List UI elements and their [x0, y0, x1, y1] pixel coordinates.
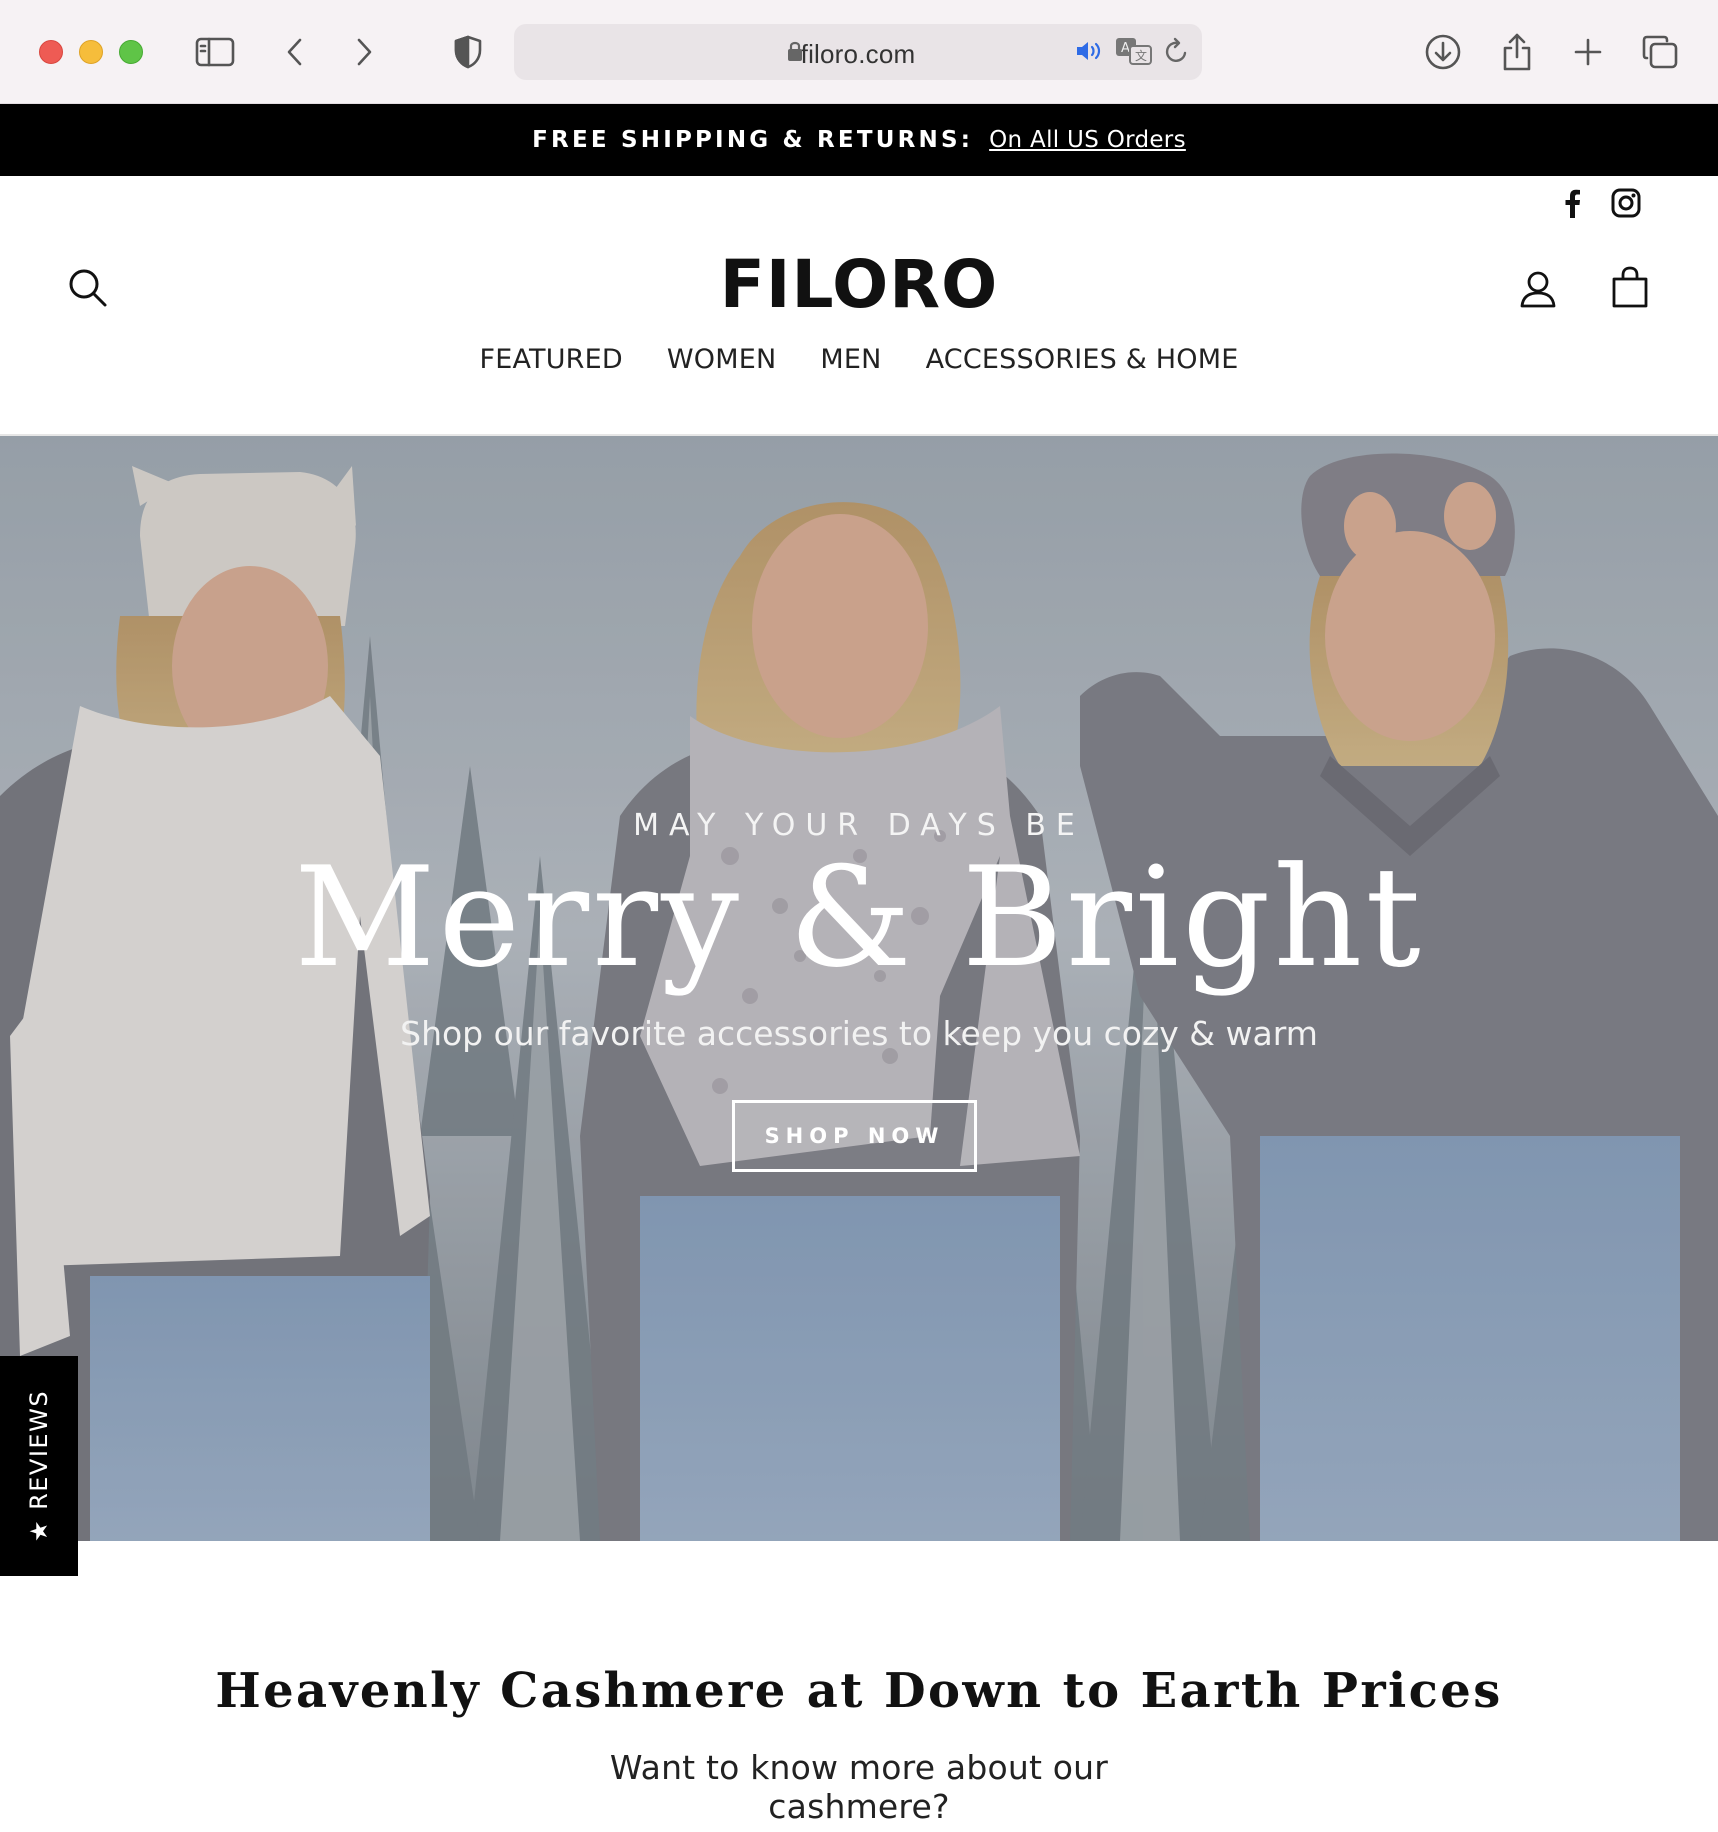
- nav-item-featured[interactable]: FEATURED: [457, 344, 644, 375]
- tab-overview-button[interactable]: [1636, 28, 1684, 76]
- browser-toolbar: filoro.com A文: [0, 0, 1718, 104]
- shield-icon: [454, 35, 482, 69]
- account-button[interactable]: [1519, 270, 1557, 313]
- forward-button[interactable]: [340, 28, 388, 76]
- privacy-report-button[interactable]: [444, 28, 492, 76]
- cart-icon: [1612, 266, 1648, 308]
- share-icon: [1503, 33, 1531, 71]
- main-nav: FEATURED WOMEN MEN ACCESSORIES & HOME: [0, 344, 1718, 375]
- account-icon: [1520, 271, 1556, 308]
- reviews-tab[interactable]: ★ REVIEWS: [0, 1356, 78, 1576]
- svg-text:A: A: [1121, 41, 1130, 56]
- new-tab-icon: [1574, 38, 1602, 66]
- forward-icon: [357, 38, 372, 66]
- svg-text:文: 文: [1135, 48, 1147, 63]
- facebook-link[interactable]: [1563, 188, 1581, 218]
- instagram-link[interactable]: [1611, 188, 1641, 218]
- hero-subline: Shop our favorite accessories to keep yo…: [400, 1014, 1318, 1053]
- cart-button[interactable]: [1611, 266, 1649, 313]
- minimize-window-button[interactable]: [79, 40, 103, 64]
- share-button[interactable]: [1493, 28, 1541, 76]
- reviews-tab-label: ★ REVIEWS: [25, 1389, 53, 1543]
- section-tagline: Heavenly Cashmere at Down to Earth Price…: [215, 1663, 1503, 1719]
- nav-item-accessories-home[interactable]: ACCESSORIES & HOME: [904, 344, 1261, 375]
- lock-icon: [788, 41, 802, 61]
- translate-icon[interactable]: A文: [1115, 36, 1153, 66]
- sidebar-icon: [195, 37, 235, 67]
- cashmere-info-link[interactable]: Want to know more about our cashmere?: [529, 1748, 1189, 1832]
- back-button[interactable]: [271, 28, 319, 76]
- close-window-button[interactable]: [39, 40, 63, 64]
- back-icon: [287, 38, 302, 66]
- zoom-window-button[interactable]: [119, 40, 143, 64]
- nav-item-men[interactable]: MEN: [798, 344, 903, 375]
- shop-now-button[interactable]: SHOP NOW: [732, 1100, 977, 1172]
- facebook-icon: [1565, 189, 1580, 218]
- reload-icon[interactable]: [1164, 37, 1190, 65]
- site-logo[interactable]: FILORO: [0, 246, 1718, 323]
- download-icon: [1425, 34, 1461, 70]
- instagram-icon: [1611, 188, 1641, 218]
- promo-link[interactable]: On All US Orders: [989, 127, 1186, 153]
- promo-label: FREE SHIPPING & RETURNS:: [532, 127, 974, 153]
- tabs-overview-icon: [1642, 35, 1678, 69]
- promo-bar: FREE SHIPPING & RETURNS: On All US Order…: [0, 104, 1718, 176]
- hero-headline: Merry & Bright: [294, 837, 1424, 998]
- nav-item-women[interactable]: WOMEN: [645, 344, 799, 375]
- sidebar-toggle-button[interactable]: [191, 28, 239, 76]
- downloads-button[interactable]: [1419, 28, 1467, 76]
- new-tab-button[interactable]: [1564, 28, 1612, 76]
- audio-icon[interactable]: [1075, 38, 1105, 64]
